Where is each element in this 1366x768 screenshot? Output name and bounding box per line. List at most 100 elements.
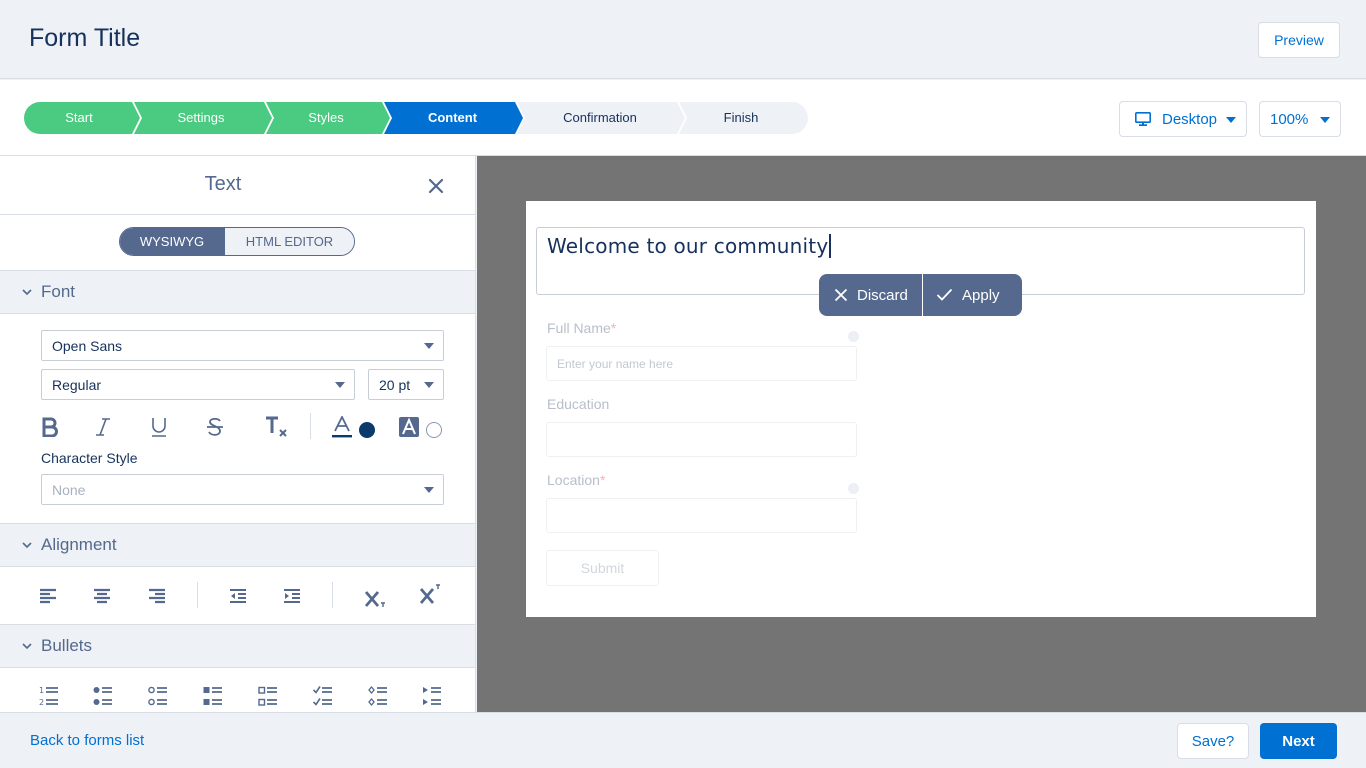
device-dropdown-value: Desktop xyxy=(1162,110,1218,128)
next-button[interactable]: Next xyxy=(1260,723,1337,759)
discard-label: Discard xyxy=(857,286,908,304)
form-title[interactable]: Form Title xyxy=(29,24,140,53)
field-label-text: Full Name xyxy=(547,320,611,336)
numbered-list-icon[interactable]: 12 xyxy=(38,684,60,708)
divider xyxy=(0,214,475,215)
chevron-down-icon xyxy=(424,343,434,349)
footer: Back to forms list Save? Next xyxy=(0,712,1366,768)
close-icon[interactable] xyxy=(426,176,446,196)
zoom-dropdown[interactable]: 100% xyxy=(1259,101,1341,137)
panel-title: Text xyxy=(204,173,242,195)
step-settings[interactable]: Settings xyxy=(138,102,264,134)
device-dropdown[interactable]: Desktop xyxy=(1119,101,1247,137)
monitor-icon xyxy=(1135,112,1151,126)
bullets-section-header[interactable]: Bullets xyxy=(0,624,475,668)
apply-button[interactable]: Apply xyxy=(923,274,1022,316)
font-weight-select[interactable]: Regular xyxy=(41,369,355,400)
field-label-text: Education xyxy=(547,396,610,412)
zoom-dropdown-value: 100% xyxy=(1270,110,1309,128)
chevron-down-icon xyxy=(22,643,32,650)
highlight-color-icon[interactable] xyxy=(398,415,420,439)
superscript-icon[interactable] xyxy=(418,582,444,606)
underline-icon[interactable] xyxy=(147,415,171,439)
arrow-list-icon[interactable] xyxy=(421,684,443,708)
text-color-swatch[interactable] xyxy=(358,418,376,442)
strikethrough-icon[interactable] xyxy=(203,415,227,439)
character-style-value: None xyxy=(52,481,86,498)
toolbar-divider xyxy=(332,582,333,608)
editor-text: Welcome to our community xyxy=(547,234,829,258)
chevron-down-icon xyxy=(1320,117,1330,123)
font-color-icon[interactable] xyxy=(330,415,354,439)
editor-mode-toggle: WYSIWYG HTML EDITOR xyxy=(119,227,355,256)
location-input[interactable] xyxy=(546,498,857,533)
progress-steps: Start Settings Styles Content Confirmati… xyxy=(24,102,808,134)
font-family-select[interactable]: Open Sans xyxy=(41,330,444,361)
full-name-input[interactable]: Enter your name here xyxy=(546,346,857,381)
toolbar-divider xyxy=(310,413,311,439)
html-editor-tab[interactable]: HTML EDITOR xyxy=(224,228,354,255)
field-label-text: Location xyxy=(547,472,600,488)
step-confirmation[interactable]: Confirmation xyxy=(523,102,677,134)
edit-action-bar: Discard Apply xyxy=(819,274,1022,316)
chevron-down-icon xyxy=(424,382,434,388)
align-right-icon[interactable] xyxy=(147,584,167,608)
chevron-down-icon xyxy=(335,382,345,388)
section-title: Alignment xyxy=(41,535,117,554)
svg-text:2: 2 xyxy=(39,698,44,707)
highlight-color-swatch[interactable] xyxy=(425,418,443,442)
bullet-list-hollow-icon[interactable] xyxy=(147,684,169,708)
toolbar-divider xyxy=(197,582,198,608)
character-style-label: Character Style xyxy=(41,450,138,466)
steps-toolbar: Start Settings Styles Content Confirmati… xyxy=(0,80,1366,156)
square-list-filled-icon[interactable] xyxy=(202,684,224,708)
step-styles[interactable]: Styles xyxy=(272,102,380,134)
back-to-forms-link[interactable]: Back to forms list xyxy=(30,732,144,749)
step-start[interactable]: Start xyxy=(40,102,118,134)
required-marker: * xyxy=(599,472,606,488)
font-size-select[interactable]: 20 pt xyxy=(368,369,444,400)
step-finish[interactable]: Finish xyxy=(685,102,797,134)
required-marker: * xyxy=(610,320,617,336)
check-icon xyxy=(936,288,953,301)
save-button[interactable]: Save? xyxy=(1177,723,1249,759)
field-label-location: Location* xyxy=(547,472,605,488)
help-icon[interactable] xyxy=(848,483,859,494)
bullet-list-filled-icon[interactable] xyxy=(92,684,114,708)
form-canvas: Welcome to our community Full Name* Ente… xyxy=(477,156,1366,712)
step-content[interactable]: Content xyxy=(390,102,515,134)
submit-button[interactable]: Submit xyxy=(546,550,659,586)
align-center-icon[interactable] xyxy=(92,584,112,608)
preview-button[interactable]: Preview xyxy=(1258,22,1340,58)
diamond-list-icon[interactable] xyxy=(367,684,389,708)
field-label-education: Education xyxy=(547,396,609,412)
field-label-full-name: Full Name* xyxy=(547,320,616,336)
editor-content[interactable]: Welcome to our community xyxy=(547,234,832,258)
font-size-value: 20 pt xyxy=(379,376,411,393)
discard-button[interactable]: Discard xyxy=(819,274,923,316)
font-family-value: Open Sans xyxy=(52,337,123,354)
outdent-icon[interactable] xyxy=(228,584,248,608)
indent-icon[interactable] xyxy=(282,584,302,608)
check-list-icon[interactable] xyxy=(312,684,334,708)
help-icon[interactable] xyxy=(848,331,859,342)
square-list-hollow-icon[interactable] xyxy=(257,684,279,708)
font-section-header[interactable]: Font xyxy=(0,270,475,314)
apply-label: Apply xyxy=(962,286,1000,304)
bold-icon[interactable] xyxy=(38,415,62,439)
text-properties-panel: Text WYSIWYG HTML EDITOR Font Open Sans … xyxy=(0,156,476,712)
chevron-down-icon xyxy=(22,542,32,549)
italic-icon[interactable] xyxy=(91,415,115,439)
character-style-select[interactable]: None xyxy=(41,474,444,505)
subscript-icon[interactable] xyxy=(363,586,389,610)
clear-format-icon[interactable] xyxy=(263,415,289,439)
section-title: Font xyxy=(41,282,76,301)
svg-text:1: 1 xyxy=(39,686,44,695)
section-title: Bullets xyxy=(41,636,93,655)
alignment-section-header[interactable]: Alignment xyxy=(0,523,475,567)
align-left-icon[interactable] xyxy=(38,584,58,608)
education-input[interactable] xyxy=(546,422,857,457)
text-cursor xyxy=(829,234,832,258)
chevron-down-icon xyxy=(22,289,32,296)
wysiwyg-tab[interactable]: WYSIWYG xyxy=(120,228,224,255)
